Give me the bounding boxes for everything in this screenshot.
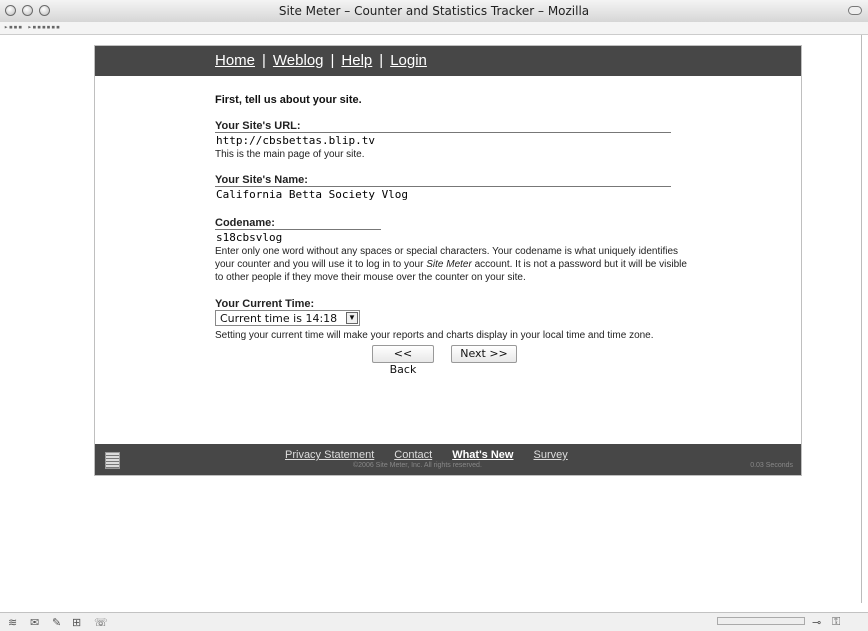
nav-separator: | (379, 52, 384, 69)
survey-link[interactable]: Survey (533, 449, 567, 461)
copyright-text: ©2006 Site Meter, Inc. All rights reserv… (353, 462, 482, 469)
url-help: This is the main page of your site. (215, 149, 365, 160)
site-container: Home | Weblog | Help | Login First, tell us ab… (94, 45, 802, 476)
list-icon (105, 452, 120, 469)
time-label: Your Current Time: (215, 298, 315, 310)
toolbar-text: ▸▪▪▪ ▸▪▪▪▪▪▪ (4, 23, 61, 31)
next-button[interactable]: Next >> (451, 345, 517, 363)
wand-icon[interactable]: ≋ (8, 616, 17, 629)
timing-text: 0.03 Seconds (750, 462, 793, 469)
window-titlebar: Site Meter – Counter and Statistics Trac… (0, 0, 868, 23)
codename-label: Codename: (215, 217, 275, 229)
back-button[interactable]: << Back (372, 345, 434, 376)
codename-help-emphasis: Site Meter (426, 259, 472, 270)
nav-home-link[interactable]: Home (215, 52, 255, 69)
nav-help-link[interactable]: Help (341, 52, 372, 69)
footer-links: Privacy Statement Contact What's New Survey (285, 449, 588, 461)
form-intro: First, tell us about your site. (215, 94, 362, 106)
codename-input[interactable]: s18cbsvlog (215, 230, 695, 245)
time-help: Setting your current time will make your… (215, 330, 654, 341)
progress-bar (717, 617, 805, 625)
site-name-label: Your Site's Name: (215, 174, 308, 186)
nav-separator: | (262, 52, 266, 69)
window-title: Site Meter – Counter and Statistics Trac… (278, 4, 590, 18)
toolbar-toggle-icon[interactable] (848, 6, 862, 15)
current-time-value: Current time is 14:18 (220, 312, 338, 325)
url-input[interactable]: http://cbsbettas.blip.tv (215, 133, 695, 148)
contact-link[interactable]: Contact (394, 449, 432, 461)
chat-icon[interactable]: ☏ (94, 616, 108, 629)
url-label: Your Site's URL: (215, 120, 301, 132)
codename-help: Enter only one word without any spaces o… (215, 245, 695, 284)
site-name-input[interactable]: California Betta Society Vlog (215, 187, 695, 202)
current-time-select[interactable]: Current time is 14:18 ▼ (215, 310, 360, 326)
browser-status-bar: ≋ ✉ ✎ ⊞ ☏ ⊸ ⚿ (0, 612, 868, 631)
editor-icon[interactable]: ⊞ (72, 616, 81, 629)
privacy-link[interactable]: Privacy Statement (285, 449, 374, 461)
mail-icon[interactable]: ✉ (30, 616, 39, 629)
chevron-down-icon[interactable]: ▼ (346, 312, 358, 324)
pen-icon[interactable]: ✎ (52, 616, 61, 629)
site-nav-bar: Home | Weblog | Help | Login (95, 46, 801, 76)
connection-icon: ⊸ (812, 617, 822, 629)
site-footer: Privacy Statement Contact What's New Survey… (95, 444, 801, 475)
toolbar-strip: ▸▪▪▪ ▸▪▪▪▪▪▪ (0, 22, 868, 35)
page-viewport: Home | Weblog | Help | Login First, tell us ab… (6, 35, 862, 603)
viewport-edge (861, 35, 862, 603)
nav-links: Home | Weblog | Help | Login (215, 52, 427, 69)
nav-weblog-link[interactable]: Weblog (273, 52, 324, 69)
whats-new-link[interactable]: What's New (452, 449, 513, 461)
form-buttons: << Back Next >> (215, 345, 695, 376)
lock-icon: ⚿ (832, 616, 841, 628)
nav-separator: | (330, 52, 335, 69)
nav-login-link[interactable]: Login (390, 52, 427, 69)
site-setup-form: First, tell us about your site. Your Sit… (215, 94, 695, 376)
